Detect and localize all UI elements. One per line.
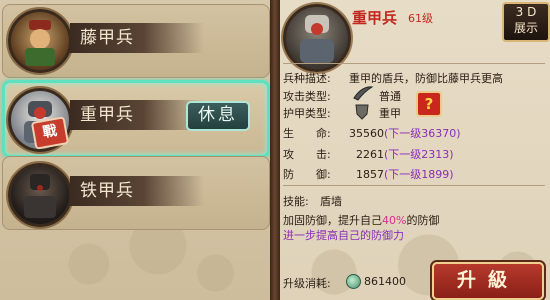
upgrade-button[interactable]: 升級 (432, 262, 544, 300)
3d-view-button[interactable]: 3 D 展示 (502, 2, 550, 42)
defense-label: 防 御: (283, 168, 331, 181)
battle-badge: 戰 (30, 116, 70, 150)
unit-level: 61级 (408, 12, 433, 25)
unit-title: 重甲兵 (352, 9, 398, 27)
unit-name-tengjia: 藤甲兵 (70, 23, 204, 53)
armor-type-value: 重甲 (379, 107, 401, 120)
3d-view-label-line2: 展示 (513, 21, 538, 35)
attack-stat: 2261(下一级2313) (356, 146, 454, 162)
skill-label: 技能: (283, 195, 309, 208)
panel-divider (270, 0, 280, 300)
defense-stat: 1857(下一级1899) (356, 166, 454, 182)
help-icon[interactable]: ? (416, 91, 442, 117)
unit-name-zhongjia: 重甲兵 (70, 100, 204, 130)
unit-portrait-tengjia (8, 9, 72, 73)
attack-type-label: 攻击类型: (283, 90, 331, 103)
attack-next-prefix: (下一级 (384, 148, 422, 161)
selected-unit-portrait (283, 4, 351, 72)
shield-icon (355, 104, 369, 120)
defense-next-value: 1899 (421, 168, 450, 181)
unit-portrait-tiejia (8, 163, 72, 227)
hp-next-prefix: (下一级 (384, 127, 422, 140)
armor-type-icon (352, 103, 372, 125)
skill-desc-line1: 加固防御，提升自己40%的防御 (283, 212, 439, 228)
skill-name: 盾墙 (320, 195, 342, 208)
defense-next-prefix: (下一级 (384, 168, 422, 181)
divider-line (283, 185, 545, 186)
hp-next-value: 36370 (421, 127, 457, 140)
rest-button[interactable]: 休息 (186, 101, 250, 131)
coin-icon (346, 274, 361, 289)
attack-label: 攻 击: (283, 148, 331, 161)
hp-label: 生 命: (283, 127, 331, 140)
defense-next-suffix: ) (449, 168, 454, 181)
iron-soldier-icon (24, 174, 56, 218)
blade-icon (353, 86, 374, 101)
3d-view-label-line1: 3 D (515, 5, 537, 19)
cost-label: 升级消耗: (283, 277, 331, 290)
attack-type-value: 普通 (379, 90, 401, 103)
unit-name-tiejia: 铁甲兵 (70, 176, 204, 206)
attack-value: 2261 (356, 148, 384, 161)
warrior-icon (25, 20, 55, 66)
skill-desc-pre: 加固防御，提升自己 (283, 214, 382, 227)
hp-next-suffix: ) (456, 127, 461, 140)
divider-line (283, 63, 545, 64)
hp-value: 35560 (349, 127, 384, 140)
skill-desc-post: 的防御 (406, 214, 440, 227)
skill-desc-line2: 进一步提高自己的防御力 (283, 229, 404, 242)
cost-value: 861400 (364, 275, 406, 288)
attack-next-value: 2313 (421, 148, 450, 161)
skill-desc-pct: 40% (382, 214, 407, 227)
attack-next-suffix: ) (449, 148, 454, 161)
defense-value: 1857 (356, 168, 384, 181)
armor-type-label: 护甲类型: (283, 107, 331, 120)
hp-stat: 35560(下一级36370) (349, 125, 461, 141)
armored-soldier-icon (300, 15, 334, 63)
desc-label: 兵种描述: (283, 72, 331, 85)
